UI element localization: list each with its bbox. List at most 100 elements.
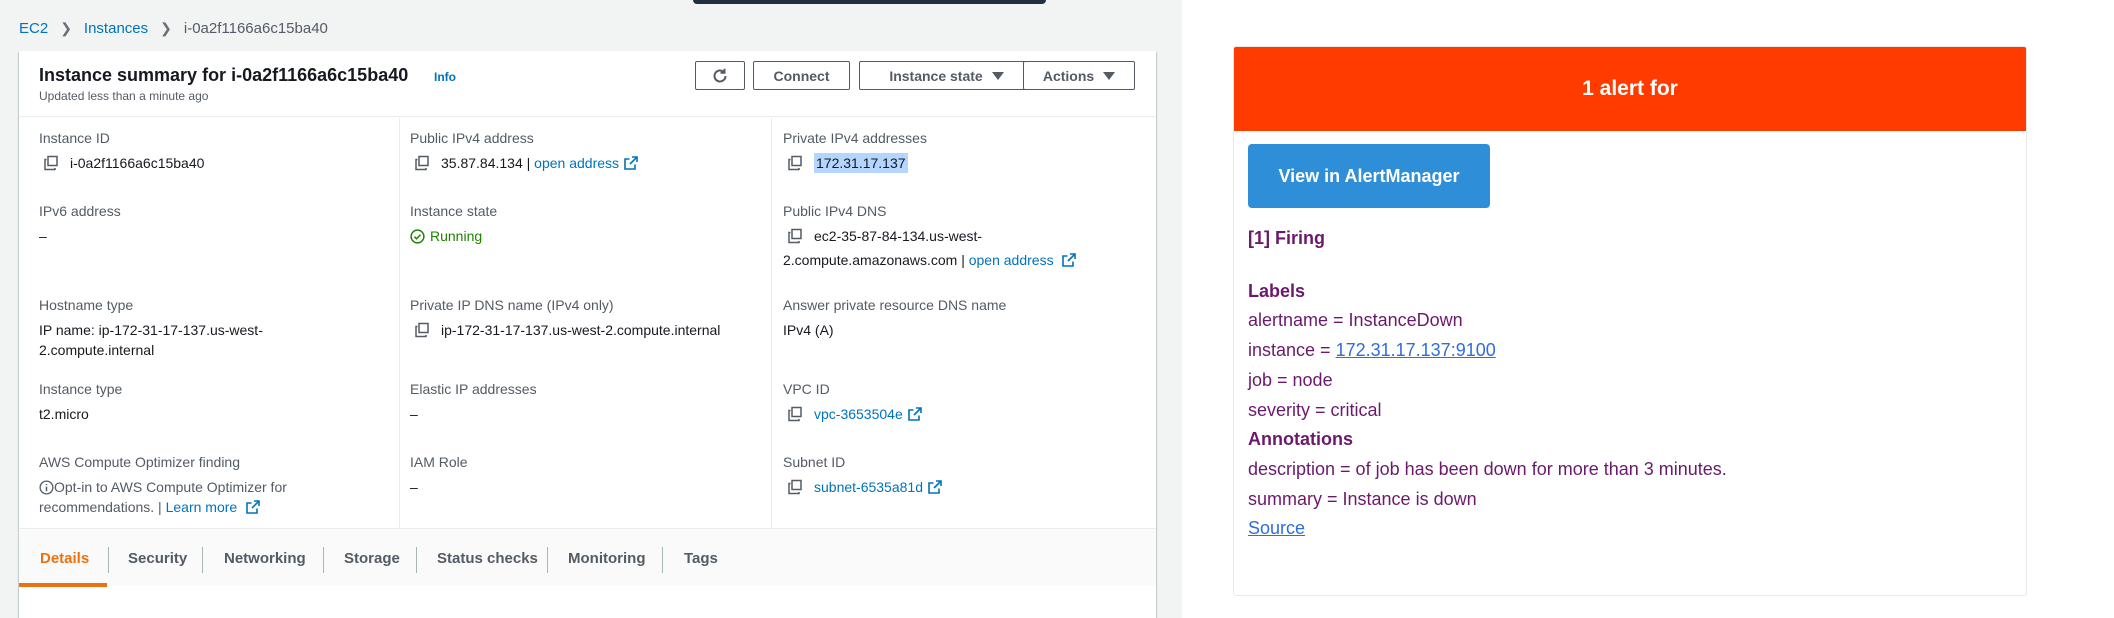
copy-icon[interactable] xyxy=(414,155,430,171)
copy-icon[interactable] xyxy=(787,228,803,244)
field-label: Hostname type xyxy=(39,297,134,313)
copy-icon[interactable] xyxy=(787,479,803,495)
updated-text: Updated less than a minute ago xyxy=(39,89,209,103)
field-hostname-type: Hostname type IP name: ip-172-31-17-137.… xyxy=(39,296,263,360)
field-ipv6: IPv6 address – xyxy=(39,202,121,246)
label-alertname: alertname = InstanceDown xyxy=(1248,310,1463,331)
actions-button[interactable]: Actions xyxy=(1023,61,1135,90)
external-link-icon xyxy=(928,480,942,494)
top-bar-fragment xyxy=(693,0,1046,4)
tab-details[interactable]: Details xyxy=(40,529,89,587)
panel-header: Instance summary for i-0a2f1166a6c15ba40… xyxy=(19,51,1156,117)
field-value-row: ec2-35-87-84-134.us-west- 2.compute.amaz… xyxy=(783,226,1077,270)
field-label: Private IPv4 addresses xyxy=(783,130,927,146)
external-link-icon xyxy=(246,500,260,514)
column-divider xyxy=(399,118,400,528)
instance-state-button[interactable]: Instance state xyxy=(859,61,1034,90)
copy-icon[interactable] xyxy=(414,322,430,338)
field-instance-type: Instance type t2.micro xyxy=(39,380,122,424)
field-value-row: subnet-6535a81d xyxy=(783,477,942,497)
field-label: Private IP DNS name (IPv4 only) xyxy=(410,297,614,313)
open-address-link[interactable]: open address xyxy=(534,153,619,173)
field-value-row: 172.31.17.137 xyxy=(783,153,927,173)
label-severity: severity = critical xyxy=(1248,399,1382,420)
optimizer-line-1-row: Opt-in to AWS Compute Optimizer for xyxy=(39,477,287,497)
instance-summary-panel: Instance summary for i-0a2f1166a6c15ba40… xyxy=(19,51,1156,618)
instance-state-value: Running xyxy=(430,228,483,244)
tab-security[interactable]: Security xyxy=(128,529,187,587)
tab-separator xyxy=(662,547,663,573)
tab-monitoring[interactable]: Monitoring xyxy=(568,529,645,587)
info-circle-icon xyxy=(39,479,54,495)
field-iam-role: IAM Role – xyxy=(410,453,468,497)
source-row: Source xyxy=(1248,514,2012,544)
tab-tags[interactable]: Tags xyxy=(684,529,718,587)
field-instance-state: Instance state Running xyxy=(410,202,497,246)
field-public-ipv4: Public IPv4 address 35.87.84.134 | open … xyxy=(410,129,638,173)
field-label: AWS Compute Optimizer finding xyxy=(39,454,240,470)
field-label: IPv6 address xyxy=(39,203,121,219)
view-in-alertmanager-button[interactable]: View in AlertManager xyxy=(1248,144,1490,208)
column-divider xyxy=(771,118,772,528)
breadcrumb-ec2[interactable]: EC2 xyxy=(19,20,48,37)
connect-button[interactable]: Connect xyxy=(753,61,850,90)
public-dns-line-1: ec2-35-87-84-134.us-west- xyxy=(814,228,983,244)
learn-more-link[interactable]: Learn more xyxy=(166,499,238,515)
subnet-id-link[interactable]: subnet-6535a81d xyxy=(814,477,923,497)
private-dns-value: ip-172-31-17-137.us-west-2.compute.inter… xyxy=(441,322,721,338)
label-instance-prefix: instance = xyxy=(1248,340,1331,361)
external-link-icon xyxy=(1062,253,1077,267)
field-value-row: ip-172-31-17-137.us-west-2.compute.inter… xyxy=(410,320,720,340)
field-value-row: IP name: ip-172-31-17-137.us-west- 2.com… xyxy=(39,320,263,360)
labels-heading: Labels xyxy=(1248,280,1306,301)
source-link[interactable]: Source xyxy=(1248,518,1305,538)
field-compute-optimizer: AWS Compute Optimizer finding Opt-in to … xyxy=(39,453,287,517)
alert-body: View in AlertManager [1] Firing Labels a… xyxy=(1234,131,2026,557)
instance-type-value: t2.micro xyxy=(39,406,89,422)
copy-icon[interactable] xyxy=(787,406,803,422)
tab-separator xyxy=(547,547,548,573)
copy-icon[interactable] xyxy=(787,155,803,171)
instance-link[interactable]: 172.31.17.137:9100 xyxy=(1336,340,1496,360)
field-label: Instance state xyxy=(410,203,498,219)
tab-storage[interactable]: Storage xyxy=(344,529,400,587)
tab-status-checks[interactable]: Status checks xyxy=(437,529,538,587)
firing-heading: [1] Firing xyxy=(1248,228,1325,248)
public-dns-line-1-row: ec2-35-87-84-134.us-west- xyxy=(783,226,1076,246)
field-vpc-id: VPC ID vpc-3653504e xyxy=(783,380,922,424)
vpc-id-link[interactable]: vpc-3653504e xyxy=(814,404,903,424)
field-public-dns: Public IPv4 DNS ec2-35-87-84-134.us-west… xyxy=(783,202,1077,270)
tab-separator xyxy=(108,547,109,573)
breadcrumb: EC2 ❯ Instances ❯ i-0a2f1166a6c15ba40 xyxy=(19,19,328,37)
copy-icon[interactable] xyxy=(43,155,59,171)
optimizer-line-2: recommendations. | xyxy=(39,499,162,515)
hostname-line-2: 2.compute.internal xyxy=(39,342,155,358)
aws-console: EC2 ❯ Instances ❯ i-0a2f1166a6c15ba40 In… xyxy=(0,0,1182,618)
field-answer-dns: Answer private resource DNS name IPv4 (A… xyxy=(783,296,1006,340)
hostname-line-1: IP name: ip-172-31-17-137.us-west- xyxy=(39,322,263,338)
refresh-button[interactable] xyxy=(695,61,745,90)
field-subnet-id: Subnet ID subnet-6535a81d xyxy=(783,453,942,497)
tab-networking[interactable]: Networking xyxy=(224,529,306,587)
public-dns-line-2-row: 2.compute.amazonaws.com | open address xyxy=(783,250,1077,270)
optimizer-line-2-row: recommendations. | Learn more xyxy=(39,497,287,517)
label-job: job = node xyxy=(1248,369,1333,390)
field-label: Instance ID xyxy=(39,130,110,146)
open-address-link[interactable]: open address xyxy=(969,252,1054,268)
chevron-right-icon: ❯ xyxy=(160,19,172,36)
annotations-heading: Annotations xyxy=(1248,429,1353,450)
field-instance-id: Instance ID i-0a2f1166a6c15ba40 xyxy=(39,129,204,173)
breadcrumb-current: i-0a2f1166a6c15ba40 xyxy=(183,19,328,37)
instance-state-status: Running xyxy=(410,226,497,246)
info-link[interactable]: Info xyxy=(434,70,456,84)
field-label: Instance type xyxy=(39,381,123,397)
tab-separator xyxy=(202,547,203,573)
check-circle-icon xyxy=(410,228,425,244)
external-link-icon xyxy=(624,156,638,170)
alert-header: 1 alert for xyxy=(1234,47,2026,131)
field-label: Subnet ID xyxy=(783,454,846,470)
breadcrumb-instances[interactable]: Instances xyxy=(84,20,148,37)
field-label: Public IPv4 address xyxy=(410,130,534,146)
optimizer-line-1: Opt-in to AWS Compute Optimizer for xyxy=(54,479,287,495)
field-private-ipv4: Private IPv4 addresses 172.31.17.137 xyxy=(783,129,927,173)
